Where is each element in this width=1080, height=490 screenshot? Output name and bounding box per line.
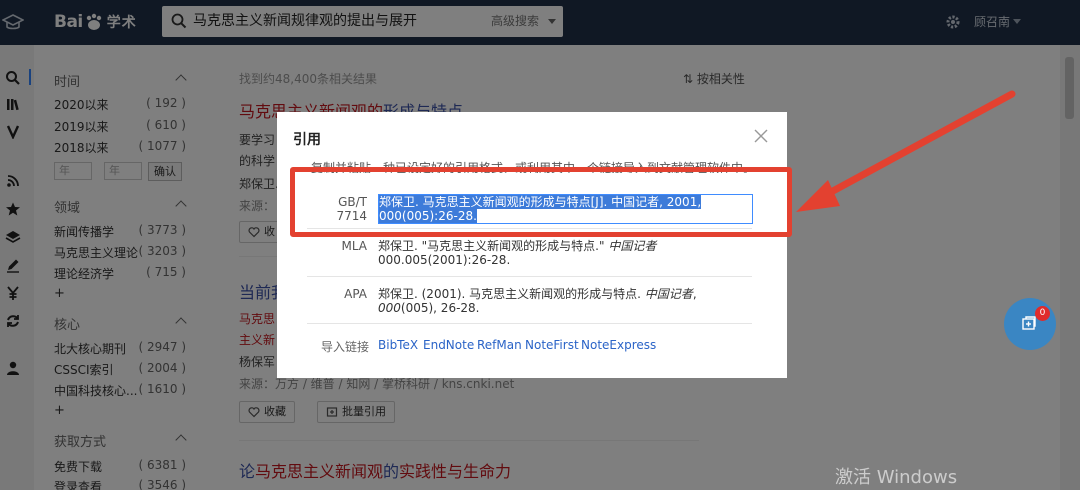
close-icon[interactable] — [753, 128, 769, 144]
dialog-title: 引用 — [293, 132, 321, 148]
citation-cart-button[interactable]: 0 — [1004, 298, 1056, 350]
import-links-label: 导入链接 — [321, 340, 370, 354]
import-endnote-link[interactable]: EndNote — [423, 338, 474, 352]
import-refman-link[interactable]: RefMan — [477, 338, 522, 352]
import-bibtex-link[interactable]: BibTeX — [378, 338, 418, 352]
document-icon — [1022, 316, 1036, 330]
annotation-highlight-box — [290, 167, 792, 237]
citation-mla-text[interactable]: 郑保卫. "马克思主义新闻观的形成与特点." 中国记者 000.005(2001… — [378, 239, 753, 267]
annotation-arrow-icon — [796, 90, 1016, 212]
import-notefirst-link[interactable]: NoteFirst — [525, 338, 579, 352]
import-noteexpress-link[interactable]: NoteExpress — [581, 338, 656, 352]
citation-apa-text[interactable]: 郑保卫. (2001). 马克思主义新闻观的形成与特点. 中国记者, 000(0… — [378, 287, 753, 315]
citation-dialog: 引用 复制并粘贴一种已设定好的引用格式，或利用其中一个链接导入到文献管理软件中。… — [277, 112, 787, 378]
cart-count-badge: 0 — [1035, 306, 1050, 321]
windows-activation-watermark: 激活 Windows — [835, 467, 958, 488]
citation-divider — [307, 323, 752, 324]
citation-label: MLA — [341, 239, 367, 253]
citation-label: APA — [344, 287, 367, 301]
citation-divider — [307, 276, 752, 277]
